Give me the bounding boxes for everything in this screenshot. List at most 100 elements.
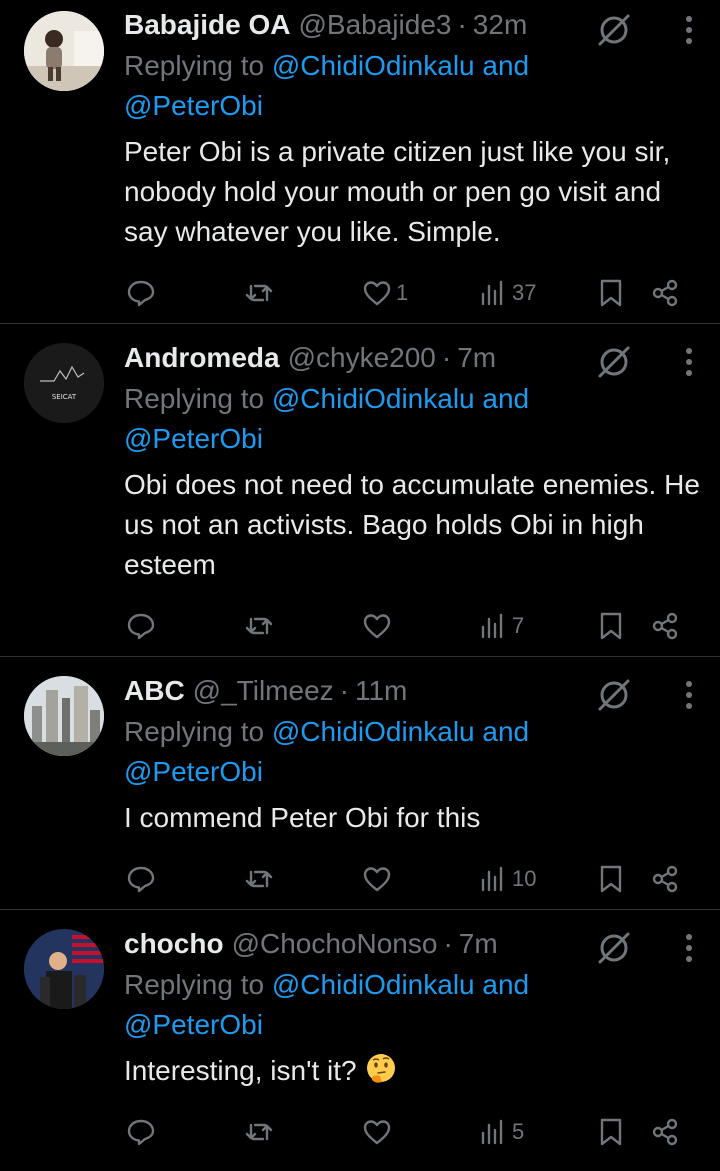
reply-tweet[interactable]: chocho @ChochoNonso · 7m Replying to @Ch… — [0, 910, 720, 1150]
views-icon — [481, 280, 503, 306]
tweet-text: Obi does not need to accumulate enemies.… — [124, 469, 700, 580]
tweet-text: I commend Peter Obi for this — [124, 802, 481, 833]
share-button[interactable] — [650, 1117, 680, 1147]
share-icon — [652, 865, 678, 893]
mention-link[interactable]: @PeterObi — [124, 1009, 263, 1040]
mention-link[interactable]: @ChidiOdinkalu — [272, 969, 475, 1000]
reply-feed: Babajide OA @Babajide3 · 32m Replying to… — [0, 0, 720, 1150]
share-icon — [652, 1118, 678, 1146]
repost-icon — [245, 617, 273, 635]
like-button[interactable]: 1 — [362, 278, 408, 308]
avatar[interactable] — [24, 11, 104, 91]
handle[interactable]: @Babajide3 — [298, 6, 451, 44]
grok-icon[interactable] — [596, 677, 632, 713]
views-icon — [481, 1119, 503, 1145]
bookmark-button[interactable] — [596, 1117, 626, 1147]
more-options-icon[interactable] — [684, 14, 694, 46]
reply-button[interactable] — [126, 611, 156, 641]
repost-button[interactable] — [244, 1117, 274, 1147]
reply-tweet[interactable]: SEICAT Andromeda @chyke200 · 7m Replying… — [0, 324, 720, 657]
mention-link[interactable]: @ChidiOdinkalu — [272, 50, 475, 81]
avatar[interactable] — [24, 929, 104, 1009]
city-avatar — [24, 676, 104, 756]
mention-link[interactable]: @ChidiOdinkalu — [272, 383, 475, 414]
reply-tweet[interactable]: ABC @_Tilmeez · 11m Replying to @ChidiOd… — [0, 657, 720, 910]
photo-child-avatar — [24, 11, 104, 91]
repost-icon — [245, 870, 273, 888]
display-name[interactable]: ABC — [124, 672, 185, 710]
like-button[interactable] — [362, 611, 396, 641]
bookmark-icon — [600, 865, 622, 893]
share-button[interactable] — [650, 864, 680, 894]
reply-tweet[interactable]: Babajide OA @Babajide3 · 32m Replying to… — [0, 0, 720, 324]
share-icon — [652, 612, 678, 640]
more-options-icon[interactable] — [684, 679, 694, 711]
mention-link[interactable]: @PeterObi — [124, 423, 263, 454]
more-options-icon[interactable] — [684, 346, 694, 378]
bookmark-icon — [600, 612, 622, 640]
handle[interactable]: @chyke200 — [288, 339, 436, 377]
action-bar: 10 — [124, 848, 700, 918]
timestamp[interactable]: 7m — [457, 339, 496, 377]
grok-icon[interactable] — [596, 344, 632, 380]
views-button[interactable]: 5 — [478, 1117, 524, 1147]
heart-icon — [363, 867, 391, 892]
action-bar: 7 — [124, 595, 700, 665]
view-count: 7 — [512, 613, 525, 638]
bookmark-button[interactable] — [596, 864, 626, 894]
share-button[interactable] — [650, 278, 680, 308]
view-count: 10 — [512, 866, 537, 891]
views-button[interactable]: 10 — [478, 864, 536, 894]
like-button[interactable] — [362, 864, 396, 894]
avatar[interactable]: SEICAT — [24, 343, 104, 423]
heart-icon — [363, 614, 391, 639]
replying-to: Replying to @ChidiOdinkalu and @PeterObi — [124, 969, 530, 1040]
avatar-logo-text: SEICAT — [52, 393, 77, 401]
display-name[interactable]: Babajide OA — [124, 6, 290, 44]
action-bar: 5 — [124, 1101, 700, 1171]
grok-icon[interactable] — [596, 930, 632, 966]
display-name[interactable]: Andromeda — [124, 339, 280, 377]
views-button[interactable]: 7 — [478, 611, 524, 641]
grok-icon[interactable] — [596, 12, 632, 48]
bookmark-button[interactable] — [596, 611, 626, 641]
repost-button[interactable] — [244, 864, 274, 894]
reply-icon — [127, 1119, 155, 1146]
like-button[interactable] — [362, 1117, 396, 1147]
reply-icon — [127, 613, 155, 640]
view-count: 5 — [512, 1119, 525, 1144]
mention-link[interactable]: @PeterObi — [124, 756, 263, 787]
reply-button[interactable] — [126, 864, 156, 894]
view-count: 37 — [512, 280, 537, 305]
repost-button[interactable] — [244, 611, 274, 641]
mention-link[interactable]: @ChidiOdinkalu — [272, 716, 475, 747]
mention-link[interactable]: @PeterObi — [124, 90, 263, 121]
share-button[interactable] — [650, 611, 680, 641]
timestamp[interactable]: 11m — [355, 672, 407, 710]
reply-icon — [127, 866, 155, 893]
reply-button[interactable] — [126, 1117, 156, 1147]
repost-button[interactable] — [244, 278, 274, 308]
thinking-face-emoji — [367, 1054, 396, 1083]
views-icon — [481, 866, 503, 892]
heart-icon — [363, 1120, 391, 1145]
timestamp[interactable]: 7m — [459, 925, 498, 963]
timestamp[interactable]: 32m — [473, 6, 527, 44]
handle[interactable]: @_Tilmeez — [193, 672, 334, 710]
reply-button[interactable] — [126, 278, 156, 308]
action-bar: 1 37 — [124, 262, 700, 332]
replying-to: Replying to @ChidiOdinkalu and @PeterObi — [124, 383, 530, 454]
share-icon — [652, 279, 678, 307]
bookmark-button[interactable] — [596, 278, 626, 308]
flag-avatar — [24, 929, 104, 1009]
tweet-text: Interesting, isn't it? — [124, 1051, 700, 1091]
views-icon — [481, 613, 503, 639]
bookmark-icon — [600, 279, 622, 307]
avatar[interactable] — [24, 676, 104, 756]
handle[interactable]: @ChochoNonso — [232, 925, 438, 963]
heart-icon — [363, 281, 391, 306]
views-button[interactable]: 37 — [478, 278, 536, 308]
tweet-text: Peter Obi is a private citizen just like… — [124, 136, 671, 247]
more-options-icon[interactable] — [684, 932, 694, 964]
display-name[interactable]: chocho — [124, 925, 224, 963]
